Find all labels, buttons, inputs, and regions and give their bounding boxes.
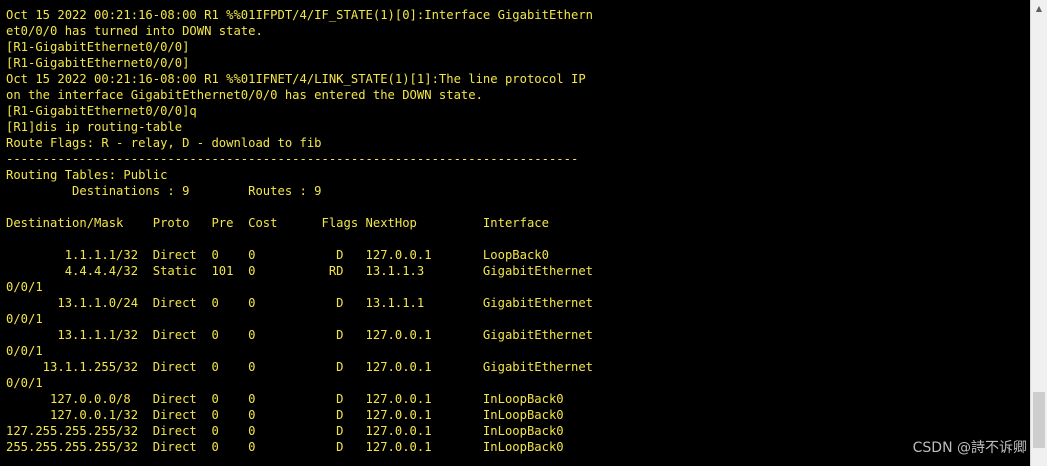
terminal-line: 255.255.255.255/32 Direct 0 0 D 127.0.0.… [6,440,564,454]
terminal-line: 127.0.0.1/32 Direct 0 0 D 127.0.0.1 InLo… [6,408,564,422]
terminal-line: [R1-GigabitEthernet0/0/0] [6,56,190,70]
scroll-up-arrow-icon[interactable]: ▲ [1031,0,1047,17]
terminal-line: et0/0/0 has turned into DOWN state. [6,24,263,38]
watermark: CSDN @詩不诉卿 [912,440,1027,456]
terminal-line: 13.1.1.0/24 Direct 0 0 D 13.1.1.1 Gigabi… [6,296,593,310]
terminal-line: 4.4.4.4/32 Static 101 0 RD 13.1.1.3 Giga… [6,264,593,278]
terminal-window[interactable]: Oct 15 2022 00:21:16-08:00 R1 %%01IFPDT/… [0,0,1030,466]
terminal-line: Destination/Mask Proto Pre Cost Flags Ne… [6,216,549,230]
terminal-line: 13.1.1.1/32 Direct 0 0 D 127.0.0.1 Gigab… [6,328,593,342]
terminal-line: [R1-GigabitEthernet0/0/0]q [6,104,197,118]
terminal-line: ----------------------------------------… [6,152,579,166]
terminal-line: 0/0/1 [6,376,43,390]
terminal-line: Destinations : 9 Routes : 9 [6,184,322,198]
terminal-line: 127.255.255.255/32 Direct 0 0 D 127.0.0.… [6,424,564,438]
terminal-line: 0/0/1 [6,280,43,294]
terminal-output: Oct 15 2022 00:21:16-08:00 R1 %%01IFPDT/… [6,7,593,455]
terminal-line: [R1-GigabitEthernet0/0/0] [6,40,190,54]
terminal-line: Oct 15 2022 00:21:16-08:00 R1 %%01IFPDT/… [6,8,593,22]
terminal-line: Routing Tables: Public [6,168,168,182]
terminal-line: Oct 15 2022 00:21:16-08:00 R1 %%01IFNET/… [6,72,586,86]
terminal-line: [R1]dis ip routing-table [6,120,183,134]
terminal-line: 127.0.0.0/8 Direct 0 0 D 127.0.0.1 InLoo… [6,392,564,406]
terminal-line: Route Flags: R - relay, D - download to … [6,136,322,150]
terminal-line: 0/0/1 [6,312,43,326]
terminal-line: 13.1.1.255/32 Direct 0 0 D 127.0.0.1 Gig… [6,360,593,374]
scrollbar-thumb[interactable] [1033,392,1045,448]
terminal-line: 1.1.1.1/32 Direct 0 0 D 127.0.0.1 LoopBa… [6,248,549,262]
terminal-line: 0/0/1 [6,344,43,358]
vertical-scrollbar[interactable]: ▲ [1030,0,1047,466]
terminal-line: on the interface GigabitEthernet0/0/0 ha… [6,88,483,102]
